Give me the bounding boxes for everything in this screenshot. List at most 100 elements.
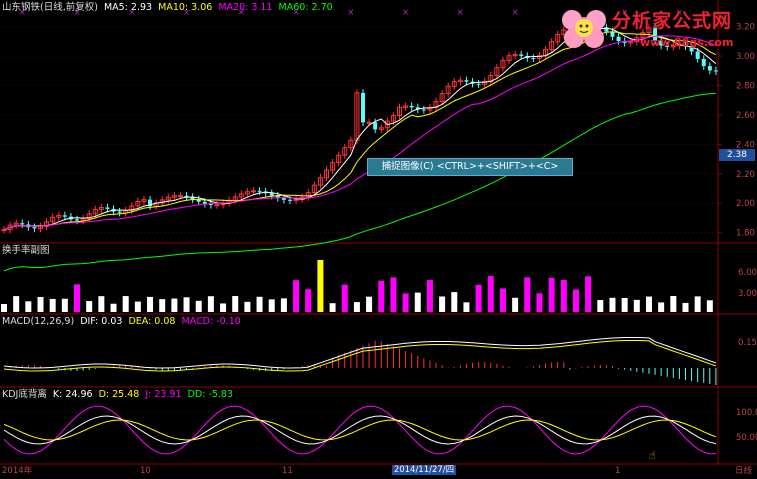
volume-bar	[37, 297, 44, 312]
capture-image-hint[interactable]: 捕捉图像(C) <CTRL>+<SHIFT>+<C>	[367, 158, 573, 176]
volume-bar	[451, 292, 458, 312]
candle-body	[701, 58, 706, 67]
volume-bar	[524, 277, 531, 312]
candle-body	[464, 80, 469, 82]
volume-bar	[329, 303, 336, 312]
volume-bar	[402, 293, 409, 312]
volume-bar	[378, 280, 385, 312]
volume-bar	[548, 277, 555, 312]
volume-bar	[609, 297, 616, 312]
price-axis-label: 2.80	[736, 82, 755, 92]
candle-body	[373, 122, 378, 130]
volume-bar	[670, 296, 677, 312]
macd-title: MACD(12,26,9)	[2, 316, 75, 327]
candle-body	[476, 83, 481, 85]
candle-body	[519, 54, 524, 56]
volume-bar	[366, 296, 373, 312]
flower-icon	[562, 10, 606, 48]
volume-axis-label: 3.00	[738, 289, 757, 299]
current-price-tag: 2.38	[719, 149, 755, 161]
volume-bar	[86, 301, 93, 312]
macd-axis-label: 0.15	[738, 338, 757, 348]
candle-body	[409, 105, 414, 108]
candle-body	[361, 92, 365, 123]
candle-body	[269, 193, 274, 196]
volume-bar	[147, 296, 154, 312]
brand-name: 分析家公式网	[612, 10, 733, 32]
volume-bar	[353, 302, 360, 312]
dea-value: DEA: 0.08	[128, 316, 176, 327]
candle-body	[531, 58, 536, 60]
volume-bar	[633, 299, 640, 312]
volume-bar	[621, 297, 628, 312]
date-axis-label: 2014年	[2, 465, 33, 475]
candle-body	[177, 195, 183, 198]
ma20-value: MA20: 3.11	[218, 2, 273, 13]
price-axis-label: 2.60	[736, 111, 755, 121]
volume-bar	[439, 296, 446, 312]
ma-line	[3, 31, 717, 231]
volume-bar	[585, 276, 592, 312]
volume-bar	[341, 284, 348, 312]
price-panel-header: 山东钢铁(日线,前复权) MA5: 2.93 MA10: 3.06 MA20: …	[2, 2, 336, 14]
volume-bar	[232, 296, 239, 312]
price-axis-label: 1.80	[736, 229, 755, 239]
volume-bar	[317, 260, 324, 312]
volume-bar	[293, 280, 300, 312]
candle-body	[421, 109, 426, 111]
ma10-value: MA10: 3.06	[158, 2, 213, 13]
volume-bar	[390, 277, 397, 312]
ma60-value: MA60: 2.70	[278, 2, 333, 13]
dea-line	[3, 340, 717, 372]
kline-chart[interactable]: 3.203.002.802.602.402.202.001.80× × × × × × × ×…	[0, 0, 757, 476]
volume-bar	[159, 299, 166, 312]
candle-body	[281, 198, 286, 200]
candle-body	[32, 227, 37, 229]
candle-body	[707, 66, 712, 71]
j-value: J: 23.91	[145, 389, 182, 400]
volume-bar	[572, 289, 579, 312]
volume-bar	[426, 280, 433, 312]
volume-bar	[280, 298, 287, 312]
hand-cursor-icon: ☝	[649, 449, 656, 462]
candle-body	[75, 219, 80, 221]
volume-bar	[49, 298, 56, 312]
stock-chart-window[interactable]: 3.20 3.00 2.80 2.60 2.40 2.20 2.00 1.80 × × × × × × × ×…	[0, 0, 757, 476]
d-value: D: 25.48	[98, 389, 140, 400]
ma-line	[3, 35, 717, 231]
volume-bar	[61, 298, 68, 312]
volume-bar	[98, 296, 105, 312]
stock-title: 山东钢铁(日线,前复权)	[2, 2, 98, 13]
volume-bar	[74, 284, 81, 312]
volume-bar	[658, 302, 665, 312]
volume-bar	[268, 299, 275, 312]
candle-body	[250, 190, 256, 193]
candle-body	[1, 229, 7, 232]
volume-bar	[645, 296, 652, 312]
candle-body	[20, 223, 25, 225]
candle-body	[713, 70, 718, 72]
volume-bar	[414, 292, 421, 312]
price-axis-label: 2.00	[736, 199, 755, 209]
macd-panel-header: MACD(12,26,9) DIF: 0.03 DEA: 0.08 MACD: …	[2, 316, 244, 328]
date-axis-label: 1	[615, 466, 620, 475]
brand-url: www.88gs.com	[640, 36, 734, 49]
volume-bar	[560, 279, 567, 312]
kdj-panel-header: KDJ底背离 K: 24.96 D: 25.48 J: 23.91 DD: -5…	[2, 389, 236, 401]
signal-mark: ×	[347, 8, 354, 18]
signal-mark: ×	[457, 8, 464, 18]
volume-bar	[195, 300, 202, 312]
volume-bar	[244, 301, 251, 312]
ma5-value: MA5: 2.93	[103, 2, 153, 13]
price-axis-label: 2.20	[736, 170, 755, 180]
signal-mark: ×	[512, 8, 519, 18]
date-axis-label: 11	[282, 466, 293, 475]
volume-panel-header: 换手率副图	[2, 245, 50, 256]
volume-bar	[512, 297, 519, 312]
volume-bar	[207, 296, 214, 312]
volume-bar	[25, 301, 32, 312]
volume-bar	[536, 293, 543, 312]
volume-bar	[475, 284, 482, 312]
volume-bar	[256, 296, 263, 312]
volume-bar	[682, 302, 689, 312]
